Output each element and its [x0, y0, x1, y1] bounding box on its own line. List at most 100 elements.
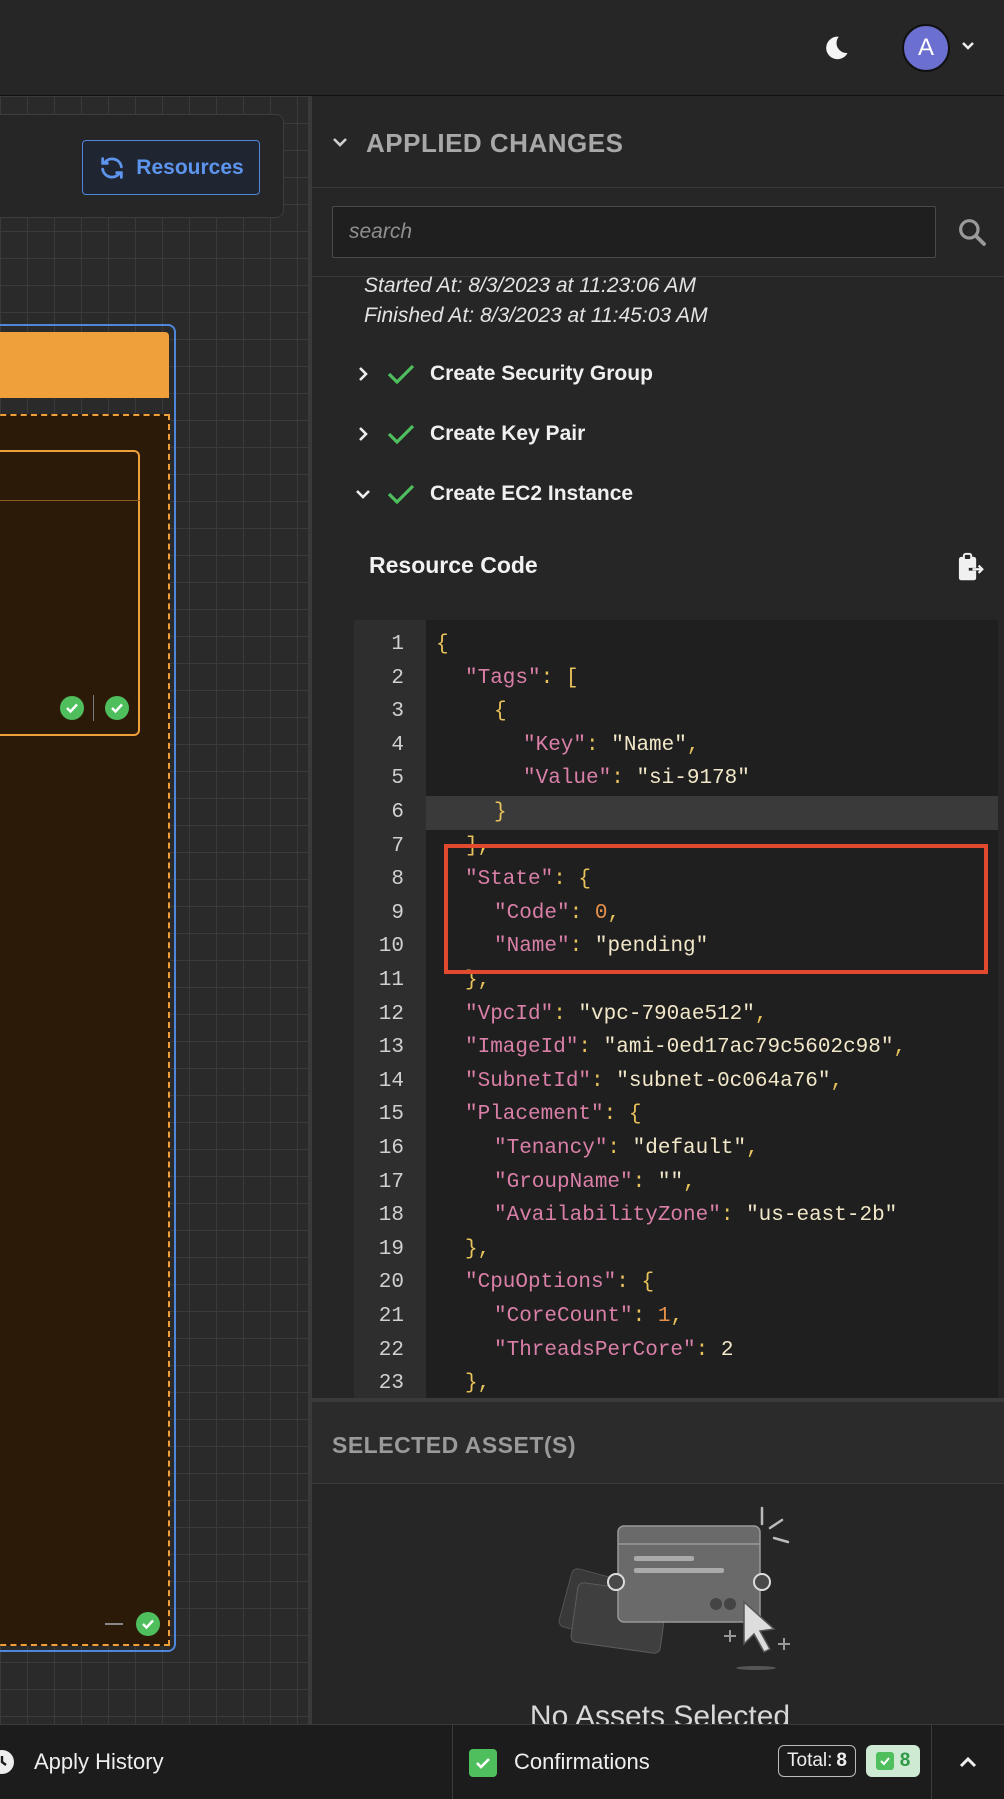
code-line: "GroupName": "",: [494, 1170, 696, 1194]
code-line: "Placement": {: [465, 1103, 642, 1127]
selected-assets-header[interactable]: SELECTED ASSET(S): [312, 1398, 1004, 1484]
line-number: 1: [391, 633, 404, 656]
code-line-active: }: [426, 796, 998, 830]
confirmations-label: Confirmations: [514, 1749, 650, 1774]
line-number: 21: [378, 1305, 404, 1328]
task-create-security-group[interactable]: Create Security Group: [354, 358, 653, 390]
line-number: 13: [378, 1036, 404, 1060]
line-number: 20: [378, 1271, 404, 1295]
dash-icon: [105, 1623, 123, 1625]
copy-clipboard-icon[interactable]: [952, 550, 988, 586]
applied-changes-header[interactable]: APPLIED CHANGES: [312, 96, 1004, 188]
line-number: 17: [378, 1170, 404, 1194]
code-line: "CoreCount": 1,: [494, 1305, 684, 1328]
check-box-icon: [469, 1749, 497, 1777]
code-line: "Value": "si-9178": [523, 767, 750, 791]
apply-history-button[interactable]: Apply History: [0, 1725, 453, 1799]
line-gutter: 1 2 3 4 5 6 7 8 9 10 11 12 13 14 15 16 1…: [354, 620, 426, 1398]
code-line: "Tenancy": "default",: [494, 1137, 759, 1160]
task-label: Create EC2 Instance: [430, 482, 634, 505]
success-count: 8: [899, 1750, 911, 1771]
moon-icon[interactable]: [813, 26, 857, 70]
confirmations-tab[interactable]: Confirmations Total: 8 8: [454, 1725, 932, 1799]
code-line: {: [436, 633, 449, 656]
code-line: "VpcId": "vpc-790ae512",: [465, 1002, 768, 1026]
avatar[interactable]: A: [902, 24, 950, 72]
diagram-canvas[interactable]: Resources: [0, 96, 308, 1724]
line-number: 8: [391, 868, 404, 892]
code-line: "AvailabilityZone": "us-east-2b": [494, 1204, 898, 1228]
refresh-icon: [101, 156, 124, 179]
line-number: 16: [378, 1137, 404, 1160]
history-icon: [0, 1750, 14, 1774]
chevron-down-icon[interactable]: [330, 132, 350, 152]
line-number: 18: [378, 1204, 404, 1228]
check-circle-icon: [136, 1612, 160, 1636]
applied-changes-title: APPLIED CHANGES: [366, 128, 624, 158]
code-line: "Key": "Name",: [523, 733, 700, 757]
total-badge: Total: 8: [778, 1745, 856, 1777]
resource-code-title: Resource Code: [369, 552, 538, 578]
line-number: 19: [378, 1237, 404, 1261]
component-card[interactable]: [0, 450, 140, 736]
empty-assets-illustration: [558, 1506, 790, 1670]
code-line: },: [465, 1237, 491, 1261]
finished-at: Finished At: 8/3/2023 at 11:45:03 AM: [364, 304, 708, 327]
apply-history-label: Apply History: [34, 1749, 164, 1774]
search-input[interactable]: [333, 207, 935, 257]
code-line: "CpuOptions": {: [465, 1271, 655, 1295]
code-line: "ThreadsPerCore": 2: [494, 1338, 734, 1362]
success-count-badge: 8: [866, 1745, 920, 1777]
check-box-icon: [875, 1752, 894, 1770]
line-number: 11: [378, 969, 404, 992]
line-number: 23: [378, 1372, 404, 1396]
total-value: 8: [836, 1750, 847, 1771]
started-at: Started At: 8/3/2023 at 11:23:06 AM: [364, 274, 696, 297]
avatar-initial: A: [917, 34, 934, 61]
line-number: 3: [391, 700, 404, 724]
check-icon: [387, 364, 415, 385]
line-number: 2: [391, 666, 404, 690]
code-line: {: [494, 700, 507, 724]
line-number: 12: [378, 1002, 404, 1026]
task-create-key-pair[interactable]: Create Key Pair: [354, 418, 585, 450]
chevron-right-icon[interactable]: [354, 425, 372, 443]
link-icon[interactable]: [730, 26, 774, 70]
line-number: 15: [378, 1103, 404, 1127]
task-create-ec2-instance[interactable]: Create EC2 Instance: [354, 478, 633, 510]
resources-label: Resources: [136, 155, 244, 179]
search-icon[interactable]: [952, 212, 992, 252]
line-number: 7: [391, 834, 404, 858]
highlight-annotation-box: [444, 844, 988, 974]
line-number: 14: [378, 1069, 404, 1093]
task-label: Create Security Group: [430, 362, 653, 385]
resources-button[interactable]: Resources: [82, 140, 260, 195]
search-field[interactable]: [332, 206, 936, 258]
card-divider: [0, 500, 140, 501]
check-icon: [387, 484, 415, 505]
chevron-right-icon[interactable]: [354, 365, 372, 383]
code-line: "ImageId": "ami-0ed17ac79c5602c98",: [465, 1036, 907, 1060]
line-number: 10: [378, 935, 404, 959]
code-line: "Tags": [: [465, 666, 579, 690]
check-circle-icon: [60, 696, 84, 720]
chevron-down-icon[interactable]: [354, 485, 372, 503]
line-number: 5: [391, 767, 404, 791]
line-number: 22: [378, 1338, 404, 1362]
code-viewer[interactable]: 1 2 3 4 5 6 7 8 9 10 11 12 13 14 15 16 1…: [354, 620, 998, 1398]
line-number: 4: [391, 733, 404, 757]
frame-header[interactable]: [0, 332, 169, 398]
total-label: Total:: [787, 1750, 833, 1771]
line-number: 6: [391, 801, 404, 824]
top-bar: A: [0, 0, 1004, 96]
bottom-bar: Apply History Confirmations Total: 8 8: [0, 1724, 1004, 1799]
code-line: "SubnetId": "subnet-0c064a76",: [465, 1069, 844, 1093]
chevron-down-icon[interactable]: [958, 36, 978, 56]
check-circle-icon: [105, 696, 129, 720]
selected-assets-title: SELECTED ASSET(S): [332, 1432, 577, 1458]
task-label: Create Key Pair: [430, 422, 586, 445]
chevron-up-icon[interactable]: [932, 1725, 1004, 1799]
divider: [93, 695, 94, 721]
check-icon: [387, 424, 415, 445]
code-body: { "Tags": [ { "Key": "Name", "Value": "s…: [426, 620, 998, 1398]
